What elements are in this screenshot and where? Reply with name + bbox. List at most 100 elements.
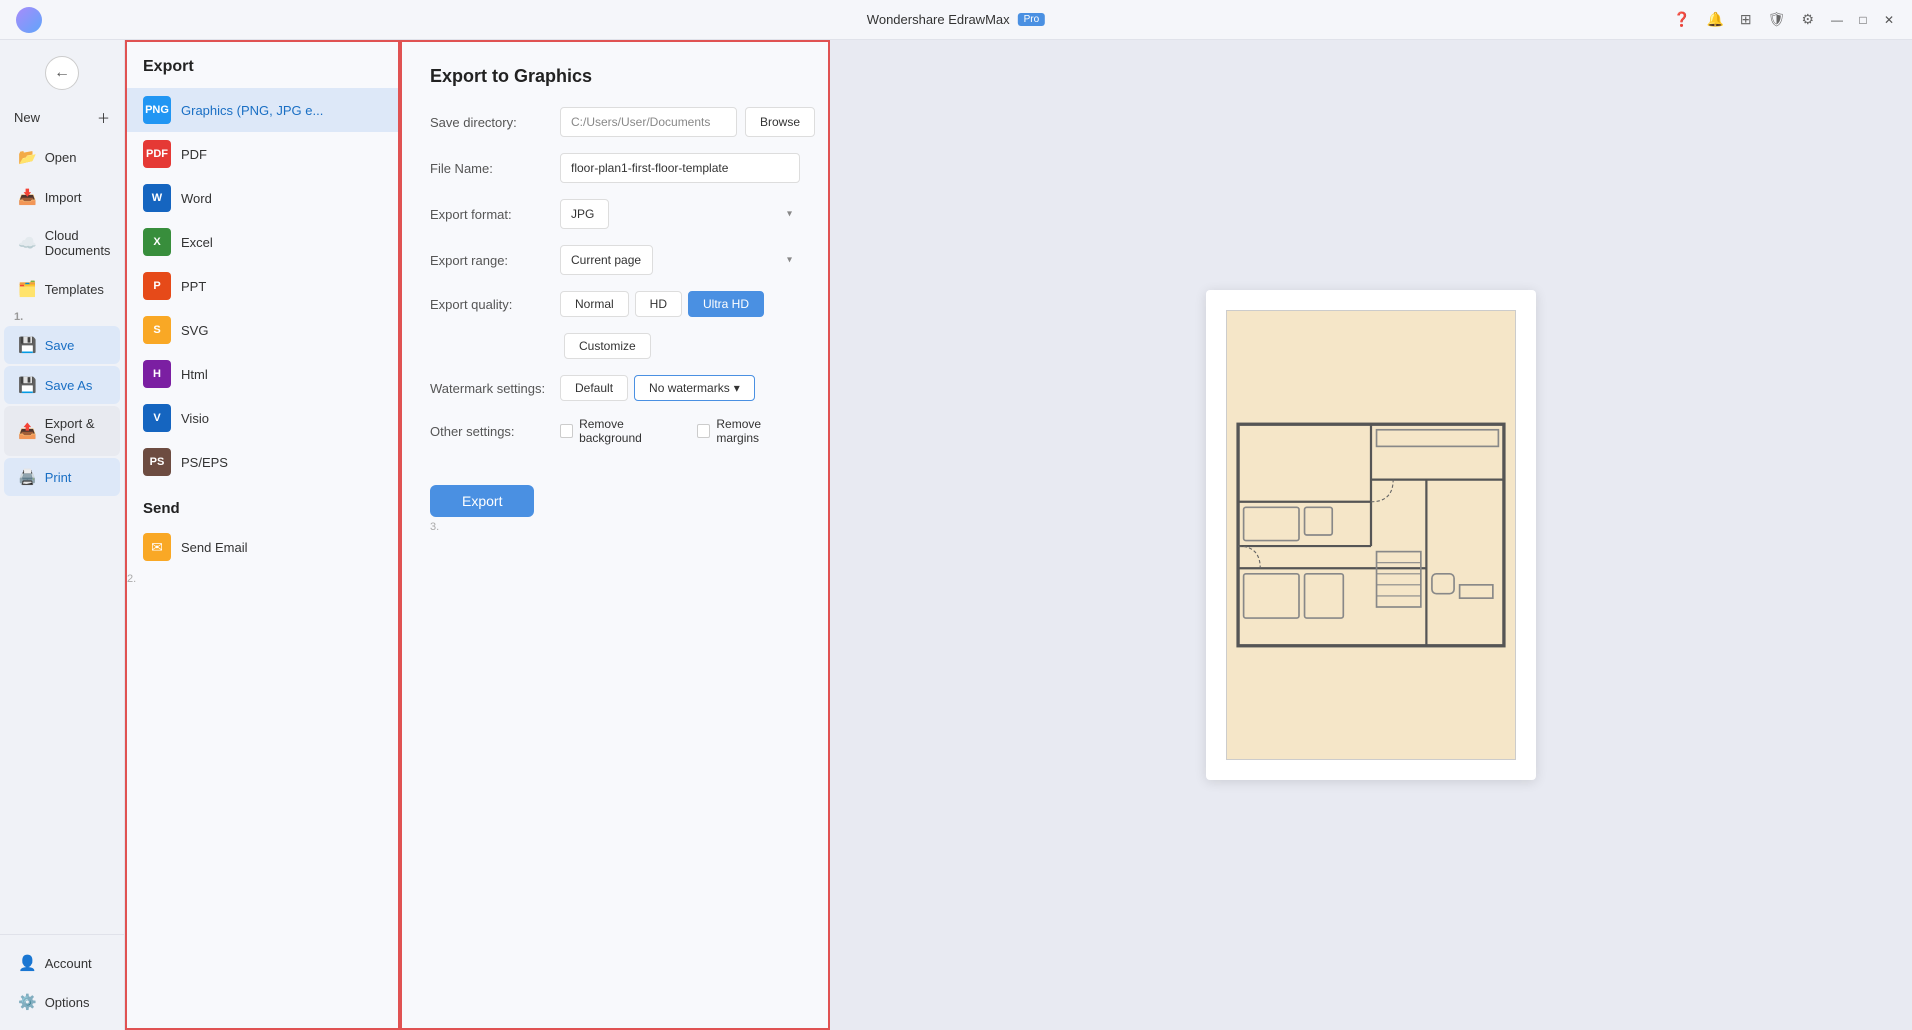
sidebar-item-print[interactable]: 🖨️ Print [4,458,120,496]
export-button[interactable]: Export [430,485,534,517]
format-item-word[interactable]: W Word [127,176,398,220]
other-settings-control: Remove background Remove margins [560,417,800,445]
visio-icon: V [143,404,171,432]
sidebar-cloud-label: Cloud Documents [45,228,111,258]
export-format-select[interactable]: JPG PNG [560,199,609,229]
format-item-visio[interactable]: V Visio [127,396,398,440]
email-icon: ✉ [143,533,171,561]
save-directory-row: Save directory: Browse [430,107,800,137]
back-button[interactable]: ← [45,56,79,90]
quality-normal-button[interactable]: Normal [560,291,629,317]
maximize-button[interactable]: □ [1856,13,1870,27]
titlebar-center: Wondershare EdrawMax Pro [867,12,1045,27]
pro-badge: Pro [1018,13,1046,26]
visio-label: Visio [181,411,209,426]
watermark-default-button[interactable]: Default [560,375,628,401]
export-quality-control: Normal HD Ultra HD [560,291,800,317]
export-quality-row: Export quality: Normal HD Ultra HD [430,291,800,317]
settings-icon[interactable]: ⚙ [1801,11,1814,28]
account-icon: 👤 [18,954,37,972]
save-directory-control: Browse [560,107,815,137]
pseps-label: PS/EPS [181,455,228,470]
export-format-wrapper: JPG PNG [560,199,800,229]
ppt-label: PPT [181,279,206,294]
file-name-row: File Name: [430,153,800,183]
remove-background-label: Remove background [579,417,681,445]
save-directory-input[interactable] [560,107,737,137]
customize-button[interactable]: Customize [564,333,651,359]
format-item-pseps[interactable]: PS PS/EPS [127,440,398,484]
watermark-group: Default No watermarks ▾ [560,375,755,401]
format-item-ppt[interactable]: P PPT [127,264,398,308]
shield-icon[interactable]: 🛡 [1768,11,1786,28]
sidebar-templates-label: Templates [45,282,104,297]
window-controls: — □ ✕ [1830,13,1896,27]
watermark-label: Watermark settings: [430,381,560,396]
remove-margins-checkbox-label[interactable]: Remove margins [697,417,800,445]
watermark-no-button[interactable]: No watermarks ▾ [634,375,755,401]
sidebar-export-label: Export & Send [45,416,106,446]
left-sidebar: ← New ＋ 📂 Open 📥 Import ☁️ Cloud Documen… [0,40,125,1030]
sidebar-item-new[interactable]: New ＋ [0,98,124,137]
export-settings-panel: Export to Graphics Save directory: Brows… [400,40,830,1030]
help-icon[interactable]: ❓ [1673,11,1690,28]
sidebar-item-options[interactable]: ⚙️ Options [4,983,120,1021]
browse-button[interactable]: Browse [745,107,815,137]
save-icon: 💾 [18,336,37,354]
pdf-icon: PDF [143,140,171,168]
pdf-label: PDF [181,147,207,162]
sidebar-import-label: Import [45,190,82,205]
file-name-input[interactable] [560,153,800,183]
minimize-button[interactable]: — [1830,13,1844,27]
sidebar-item-save[interactable]: 💾 Save [4,326,120,364]
grid-icon[interactable]: ⊞ [1740,11,1752,28]
send-email-item[interactable]: ✉ Send Email [127,525,398,569]
format-item-excel[interactable]: X Excel [127,220,398,264]
templates-icon: 🗂️ [18,280,37,298]
avatar[interactable] [16,7,42,33]
sidebar-item-templates[interactable]: 🗂️ Templates [4,270,120,308]
word-icon: W [143,184,171,212]
remove-margins-label: Remove margins [716,417,800,445]
export-range-select[interactable]: Current page All pages [560,245,653,275]
export-range-row: Export range: Current page All pages [430,245,800,275]
excel-icon: X [143,228,171,256]
excel-label: Excel [181,235,213,250]
ppt-icon: P [143,272,171,300]
quality-ultrahd-button[interactable]: Ultra HD [688,291,764,317]
watermark-control: Default No watermarks ▾ [560,375,800,401]
export-panel-title: Export [127,58,398,88]
format-item-pdf[interactable]: PDF PDF [127,132,398,176]
sidebar-open-label: Open [45,150,77,165]
main-layout: ← New ＋ 📂 Open 📥 Import ☁️ Cloud Documen… [0,40,1912,1030]
sidebar-item-open[interactable]: 📂 Open [4,138,120,176]
sidebar-bottom: 👤 Account ⚙️ Options [0,934,124,1022]
notification-icon[interactable]: 🔔 [1706,11,1723,28]
remove-background-checkbox[interactable] [560,424,573,438]
sidebar-save-as-label: Save As [45,378,93,393]
sidebar-item-cloud[interactable]: ☁️ Cloud Documents [4,218,120,268]
save-as-icon: 💾 [18,376,37,394]
remove-margins-checkbox[interactable] [697,424,710,438]
png-icon: PNG [143,96,171,124]
remove-background-checkbox-label[interactable]: Remove background [560,417,681,445]
cloud-icon: ☁️ [18,234,37,252]
watermark-dropdown-icon: ▾ [734,381,740,395]
sidebar-item-import[interactable]: 📥 Import [4,178,120,216]
sidebar-save-label: Save [45,338,75,353]
other-settings-label: Other settings: [430,424,560,439]
sidebar-item-save-as[interactable]: 💾 Save As [4,366,120,404]
sidebar-print-label: Print [45,470,72,485]
word-label: Word [181,191,212,206]
format-item-png[interactable]: PNG Graphics (PNG, JPG e... [127,88,398,132]
customize-row: Customize [430,333,800,359]
sidebar-account-label: Account [45,956,92,971]
quality-hd-button[interactable]: HD [635,291,682,317]
close-button[interactable]: ✕ [1882,13,1896,27]
format-item-html[interactable]: H Html [127,352,398,396]
sidebar-item-account[interactable]: 👤 Account [4,944,120,982]
format-item-svg[interactable]: S SVG [127,308,398,352]
sidebar-item-export[interactable]: 📤 Export & Send [4,406,120,456]
export-range-control: Current page All pages [560,245,800,275]
watermark-no-label: No watermarks [649,381,730,395]
